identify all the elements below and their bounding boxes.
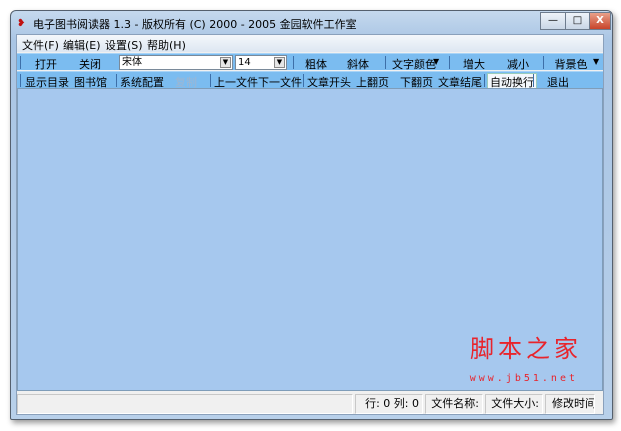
watermark-logo: 脚本之家 — [470, 335, 582, 363]
separator — [293, 56, 294, 69]
toolbar-nav: 显示目录 图书馆 系统配置 复制 上一文件 下一文件 文章开头 上翻页 下翻页 … — [17, 71, 603, 91]
bg-color-button[interactable]: 背景色 — [553, 56, 589, 72]
font-value: 宋体 — [122, 57, 142, 68]
menu-edit[interactable]: 编辑(E) — [63, 37, 101, 53]
open-button[interactable]: 打开 — [25, 56, 67, 72]
decrease-size-button[interactable]: 减小 — [505, 56, 531, 72]
menu-help[interactable]: 帮助(H) — [147, 37, 186, 53]
increase-size-button[interactable]: 增大 — [461, 56, 487, 72]
menu-file[interactable]: 文件(F) — [22, 37, 59, 53]
status-blank — [17, 394, 353, 414]
watermark-url: www.jb51.net — [469, 373, 578, 384]
chevron-down-icon[interactable]: ▼ — [274, 57, 285, 68]
maximize-button[interactable]: □ — [565, 12, 590, 30]
separator — [449, 56, 450, 69]
separator — [533, 74, 534, 87]
status-filesize: 文件大小: — [485, 394, 543, 414]
separator — [484, 74, 485, 87]
bg-color-dropdown-icon[interactable]: ▼ — [593, 57, 599, 66]
close-file-button[interactable]: 关闭 — [69, 56, 111, 72]
separator — [20, 56, 21, 69]
separator — [303, 74, 304, 87]
status-position: 行: 0 列: 0 — [355, 394, 423, 414]
text-color-dropdown-icon[interactable]: ▼ — [433, 57, 439, 66]
size-value: 14 — [238, 57, 251, 68]
text-color-button[interactable]: 文字颜色 — [389, 56, 439, 72]
client-area: 文件(F) 编辑(E) 设置(S) 帮助(H) 打开 关闭 宋体 ▼ 14 ▼ 粗体… — [16, 34, 604, 415]
menu-bar: 文件(F) 编辑(E) 设置(S) 帮助(H) — [17, 35, 603, 52]
separator — [385, 56, 386, 69]
status-bar: 行: 0 列: 0 文件名称: 文件大小: 修改时间 — [17, 393, 603, 415]
font-select[interactable]: 宋体 ▼ — [119, 55, 233, 70]
size-select[interactable]: 14 ▼ — [235, 55, 287, 70]
status-modified: 修改时间 — [545, 394, 595, 414]
separator — [543, 56, 544, 69]
separator — [20, 74, 21, 87]
close-button[interactable]: X — [589, 12, 611, 30]
bold-button[interactable]: 粗体 — [301, 56, 331, 72]
status-filename: 文件名称: — [425, 394, 483, 414]
separator — [210, 74, 211, 87]
window-title: 电子图书阅读器 1.3 - 版权所有 (C) 2000 - 2005 金园软件工… — [33, 18, 357, 31]
minimize-button[interactable]: — — [540, 12, 566, 30]
reading-area[interactable]: 脚本之家 www.jb51.net — [17, 88, 603, 391]
app-logo-icon: ❥ — [17, 18, 26, 29]
menu-settings[interactable]: 设置(S) — [105, 37, 143, 53]
separator — [116, 74, 117, 87]
italic-button[interactable]: 斜体 — [343, 56, 373, 72]
toolbar-main: 打开 关闭 宋体 ▼ 14 ▼ 粗体 斜体 文字颜色 ▼ 增大 减小 背景色 ▼ — [17, 53, 603, 72]
chevron-down-icon[interactable]: ▼ — [220, 57, 231, 68]
